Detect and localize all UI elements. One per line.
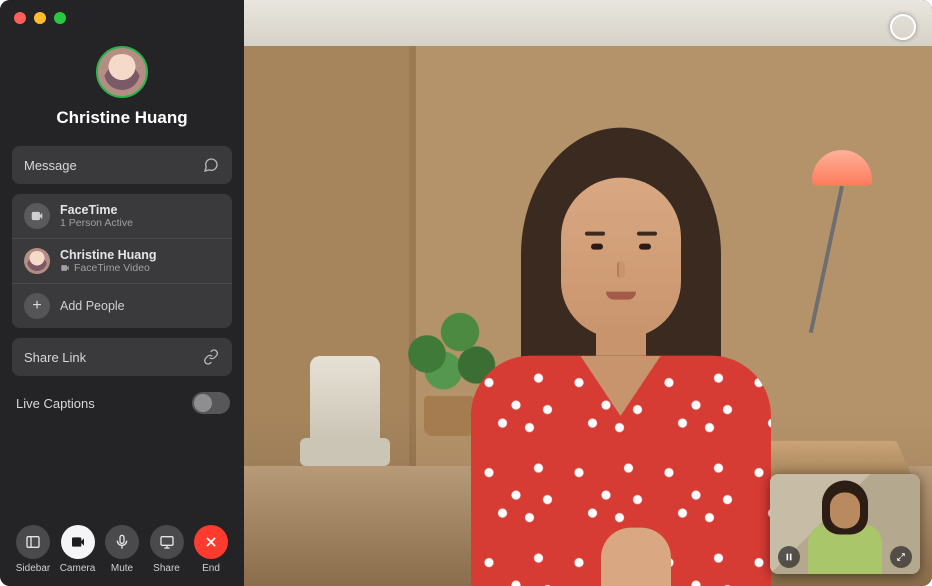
participant-avatar	[24, 248, 50, 274]
call-controls: Sidebar Camera Mute Share	[12, 523, 232, 574]
share-link-label: Share Link	[24, 350, 202, 365]
participant-name: Christine Huang	[60, 248, 157, 262]
message-bubble-icon	[202, 156, 220, 174]
share-label: Share	[153, 563, 180, 574]
share-button[interactable]: Share	[146, 525, 188, 574]
plus-icon: +	[24, 293, 50, 319]
participant-row[interactable]: Christine Huang FaceTime Video	[12, 239, 232, 284]
camera-button[interactable]: Camera	[57, 525, 99, 574]
pause-icon	[784, 552, 794, 562]
live-photo-ring-icon[interactable]	[890, 14, 916, 40]
zoom-window-button[interactable]	[54, 12, 66, 24]
xmark-icon	[194, 525, 228, 559]
participant-status: FaceTime Video	[60, 262, 157, 274]
camera-label: Camera	[60, 563, 96, 574]
video-camera-icon	[24, 203, 50, 229]
minimize-window-button[interactable]	[34, 12, 46, 24]
live-captions-label: Live Captions	[16, 396, 95, 411]
call-summary-row[interactable]: FaceTime 1 Person Active	[12, 194, 232, 239]
screen-share-icon	[150, 525, 184, 559]
contact-avatar[interactable]	[96, 46, 148, 98]
participants-panel: FaceTime 1 Person Active Christine Huang…	[12, 194, 232, 328]
end-label: End	[202, 563, 220, 574]
message-label: Message	[24, 158, 202, 173]
call-sidebar: Christine Huang Message FaceTime 1 Perso…	[0, 0, 244, 586]
sidebar-toggle-label: Sidebar	[16, 563, 50, 574]
share-link-button[interactable]: Share Link	[12, 338, 232, 376]
live-captions-row: Live Captions	[12, 386, 232, 420]
pip-expand-button[interactable]	[890, 546, 912, 568]
message-button[interactable]: Message	[12, 146, 232, 184]
participant-status-text: FaceTime Video	[74, 262, 150, 274]
active-status: 1 Person Active	[60, 217, 133, 229]
pip-controls	[770, 546, 920, 568]
contact-header: Christine Huang	[12, 46, 232, 128]
sidebar-toggle-button[interactable]: Sidebar	[12, 525, 54, 574]
end-call-button[interactable]: End	[190, 525, 232, 574]
mute-button[interactable]: Mute	[101, 525, 143, 574]
remote-video[interactable]	[244, 0, 932, 586]
add-people-button[interactable]: + Add People	[12, 284, 232, 328]
live-captions-toggle[interactable]	[192, 392, 230, 414]
service-name: FaceTime	[60, 203, 133, 217]
pip-pause-button[interactable]	[778, 546, 800, 568]
facetime-window: Christine Huang Message FaceTime 1 Perso…	[0, 0, 932, 586]
add-people-label: Add People	[60, 299, 125, 313]
expand-icon	[896, 552, 906, 562]
self-view-pip[interactable]	[770, 474, 920, 574]
microphone-icon	[105, 525, 139, 559]
contact-name: Christine Huang	[56, 108, 187, 128]
link-icon	[202, 348, 220, 366]
window-traffic-lights	[14, 12, 66, 24]
video-camera-fill-icon	[61, 525, 95, 559]
sidebar-toggle-icon	[16, 525, 50, 559]
mute-label: Mute	[111, 563, 133, 574]
video-camera-small-icon	[60, 263, 70, 273]
remote-participant-figure	[401, 98, 831, 586]
close-window-button[interactable]	[14, 12, 26, 24]
